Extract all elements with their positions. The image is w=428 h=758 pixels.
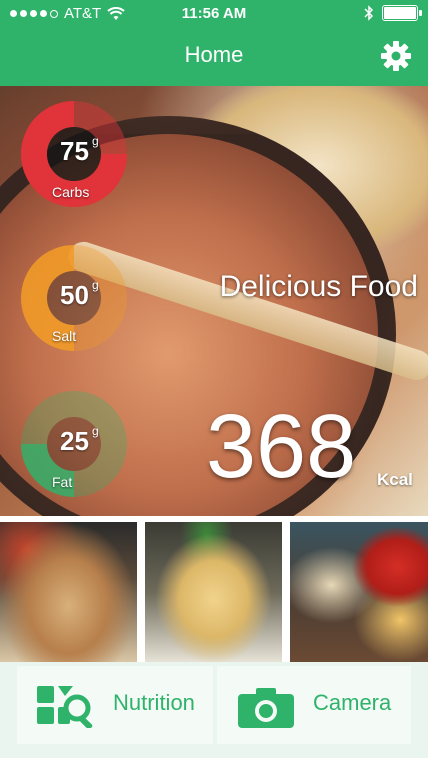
tab-nutrition-label: Nutrition xyxy=(113,690,195,715)
stat-salt-value: 50 xyxy=(60,280,89,310)
thumbnail-cheese-apple[interactable] xyxy=(290,522,428,662)
bottom-tab-bar: Nutrition Camera xyxy=(0,662,428,758)
battery-icon xyxy=(382,5,422,21)
status-bar: AT&T 11:56 AM xyxy=(0,0,428,28)
status-right xyxy=(364,5,422,21)
calorie-value: 368 xyxy=(206,397,357,497)
camera-icon xyxy=(238,688,294,728)
tab-camera[interactable]: Camera xyxy=(217,666,411,744)
stat-salt-label: Salt xyxy=(52,328,77,344)
stat-fat-unit: g xyxy=(92,424,99,438)
nutrition-search-icon xyxy=(37,686,93,728)
nav-bar: Home xyxy=(0,28,428,84)
food-title: Delicious Food xyxy=(219,270,418,303)
stat-carbs: 75 g Carbs xyxy=(12,92,132,212)
tab-camera-label: Camera xyxy=(313,690,392,715)
stat-fat: 25 g Fat xyxy=(12,382,132,502)
stat-fat-label: Fat xyxy=(52,474,73,490)
gear-icon xyxy=(381,41,411,71)
thumbnail-chicken[interactable] xyxy=(0,522,137,662)
tab-nutrition[interactable]: Nutrition xyxy=(17,666,213,744)
calorie-unit: Kcal xyxy=(377,470,413,489)
stat-salt: 50 g Salt xyxy=(12,236,132,356)
stat-fat-value: 25 xyxy=(60,426,89,456)
page-title: Home xyxy=(184,42,244,67)
settings-button[interactable] xyxy=(380,40,412,72)
hero-food-image: 75 g Carbs 50 g Salt 25 g Fat Delicious … xyxy=(0,86,428,516)
bluetooth-icon xyxy=(364,5,374,21)
stat-carbs-unit: g xyxy=(92,134,99,148)
stat-salt-unit: g xyxy=(92,278,99,292)
top-bar: AT&T 11:56 AM Home xyxy=(0,0,428,86)
thumbnail-spaghetti[interactable] xyxy=(145,522,282,662)
stat-carbs-label: Carbs xyxy=(52,184,90,200)
stat-carbs-value: 75 xyxy=(60,136,89,166)
food-thumbnails xyxy=(0,516,428,662)
